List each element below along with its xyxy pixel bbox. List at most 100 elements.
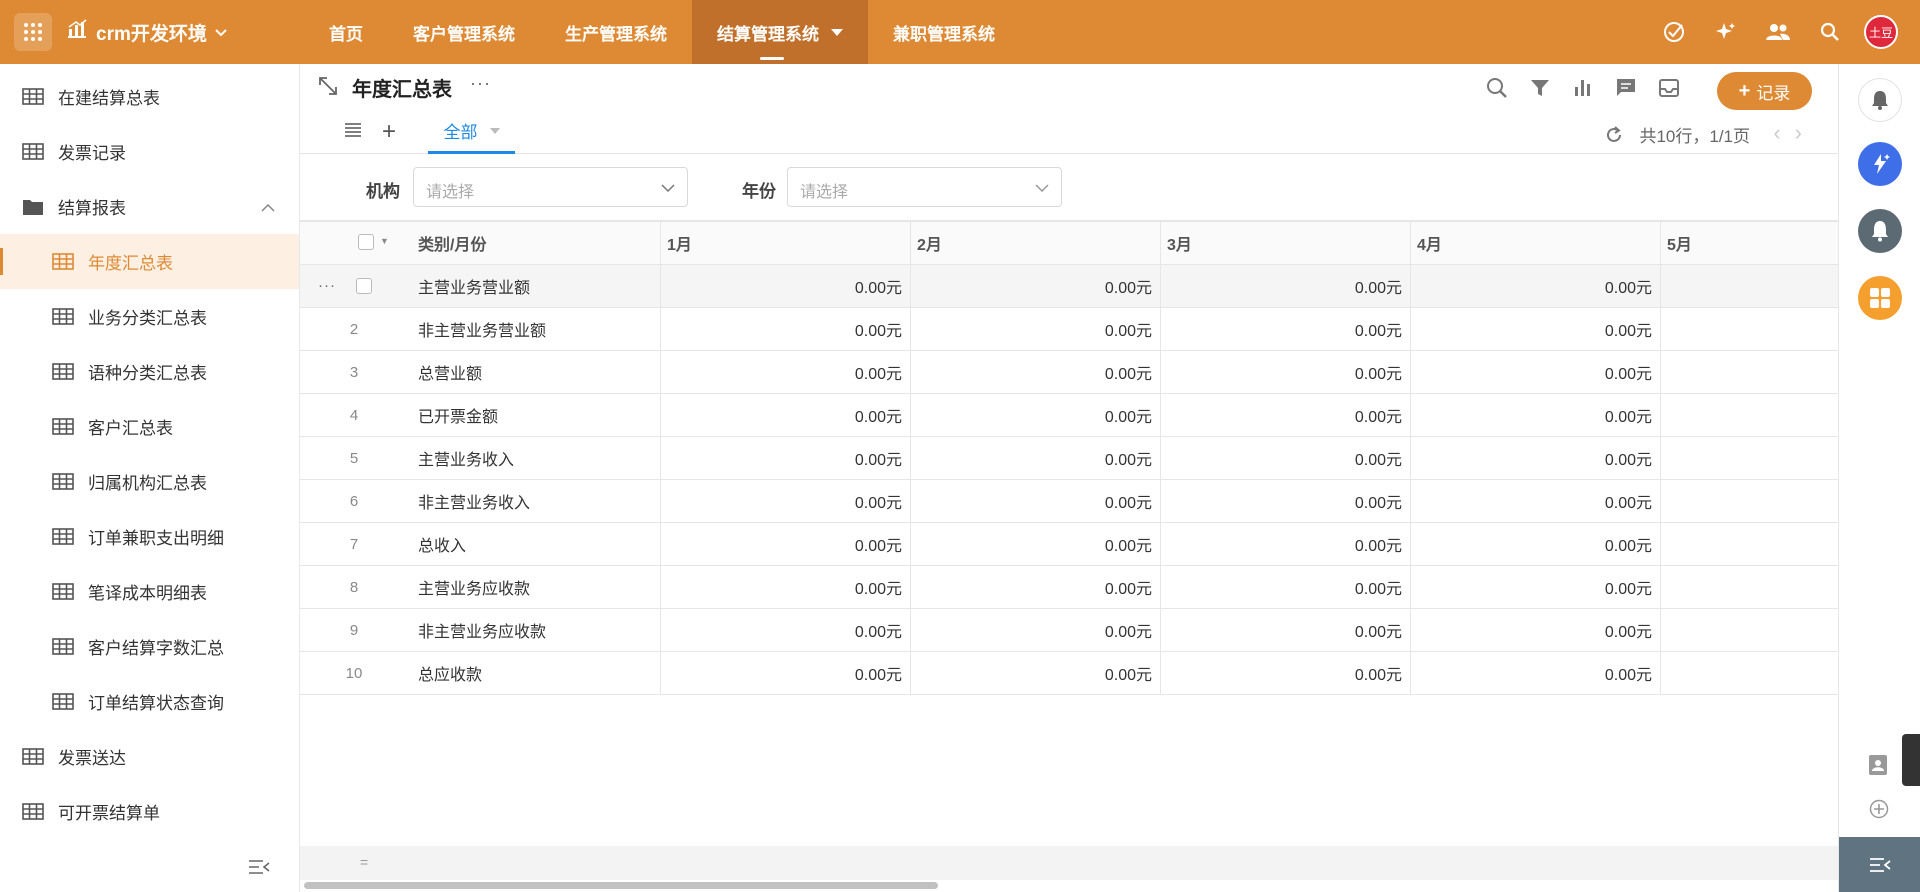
column-header[interactable]: 2月 (910, 222, 1160, 264)
table-row[interactable]: 8 主营业务应收款 0.00元 0.00元 0.00元 0.00元 (300, 566, 1838, 609)
cell-value[interactable]: 0.00元 (1410, 652, 1660, 694)
cell-value[interactable]: 0.00元 (660, 437, 910, 479)
row-name[interactable]: 主营业务收入 (418, 437, 660, 479)
expand-icon[interactable] (318, 76, 338, 101)
cell-value[interactable] (1660, 652, 1838, 694)
cell-value[interactable]: 0.00元 (1160, 523, 1410, 565)
cell-value[interactable] (1660, 394, 1838, 436)
cell-value[interactable]: 0.00元 (660, 351, 910, 393)
cell-value[interactable] (1660, 566, 1838, 608)
row-name[interactable]: 非主营业务营业额 (418, 308, 660, 350)
row-name[interactable]: 主营业务营业额 (418, 265, 660, 307)
nav-customer[interactable]: 客户管理系统 (388, 0, 540, 64)
nav-production[interactable]: 生产管理系统 (540, 0, 692, 64)
table-row[interactable]: 9 非主营业务应收款 0.00元 0.00元 0.00元 0.00元 (300, 609, 1838, 652)
year-filter-select[interactable]: 请选择 (787, 167, 1062, 207)
row-name[interactable]: 总收入 (418, 523, 660, 565)
cell-value[interactable]: 0.00元 (1410, 566, 1660, 608)
cell-value[interactable]: 0.00元 (660, 308, 910, 350)
cell-value[interactable]: 0.00元 (910, 609, 1160, 651)
table-row[interactable]: 10 总应收款 0.00元 0.00元 0.00元 0.00元 (300, 652, 1838, 695)
cell-value[interactable]: 0.00元 (660, 566, 910, 608)
cell-value[interactable]: 0.00元 (660, 609, 910, 651)
sidebar-item-parttime-expense[interactable]: 订单兼职支出明细 (0, 509, 299, 564)
sidebar-item-settlement-overview[interactable]: 在建结算总表 (0, 69, 299, 124)
add-record-button[interactable]: + 记录 (1717, 72, 1812, 110)
more-options-button[interactable]: ··· (470, 73, 491, 94)
user-avatar[interactable]: 土豆 (1864, 15, 1898, 49)
nav-settlement[interactable]: 结算管理系统 (692, 0, 868, 64)
cell-value[interactable]: 0.00元 (910, 480, 1160, 522)
cell-value[interactable]: 0.00元 (910, 308, 1160, 350)
cell-value[interactable]: 0.00元 (1410, 437, 1660, 479)
table-row[interactable]: 5 主营业务收入 0.00元 0.00元 0.00元 0.00元 (300, 437, 1838, 480)
cell-value[interactable]: 0.00元 (910, 351, 1160, 393)
cell-value[interactable]: 0.00元 (1160, 652, 1410, 694)
cell-value[interactable] (1660, 480, 1838, 522)
row-name[interactable]: 非主营业务应收款 (418, 609, 660, 651)
row-more-icon[interactable]: ··· (318, 277, 336, 294)
column-header[interactable]: 4月 (1410, 222, 1660, 264)
sidebar-item-annual-summary[interactable]: 年度汇总表 (0, 234, 299, 289)
cell-value[interactable]: 0.00元 (1410, 394, 1660, 436)
cell-value[interactable]: 0.00元 (1160, 566, 1410, 608)
cell-value[interactable]: 0.00元 (910, 566, 1160, 608)
cell-value[interactable]: 0.00元 (910, 523, 1160, 565)
table-row[interactable]: 7 总收入 0.00元 0.00元 0.00元 0.00元 (300, 523, 1838, 566)
summary-row[interactable]: = (360, 854, 368, 870)
row-name[interactable]: 已开票金额 (418, 394, 660, 436)
cell-value[interactable] (1660, 351, 1838, 393)
column-header[interactable]: 3月 (1160, 222, 1410, 264)
cell-value[interactable]: 0.00元 (660, 480, 910, 522)
cell-value[interactable]: 0.00元 (910, 652, 1160, 694)
cell-value[interactable]: 0.00元 (1410, 308, 1660, 350)
users-icon[interactable] (1752, 0, 1804, 64)
sidebar-item-invoiceable-statements[interactable]: 可开票结算单 (0, 784, 299, 839)
sparkle-icon[interactable] (1700, 0, 1752, 64)
bell-icon[interactable] (1858, 78, 1902, 122)
cell-value[interactable]: 0.00元 (660, 652, 910, 694)
cell-value[interactable]: 0.00元 (910, 437, 1160, 479)
cell-value[interactable]: 0.00元 (660, 394, 910, 436)
column-header[interactable]: 1月 (660, 222, 910, 264)
cell-value[interactable]: 0.00元 (1410, 480, 1660, 522)
sidebar-item-invoice-records[interactable]: 发票记录 (0, 124, 299, 179)
horizontal-scrollbar[interactable] (304, 882, 938, 889)
filter-icon[interactable] (1518, 74, 1561, 102)
org-filter-select[interactable]: 请选择 (413, 167, 688, 207)
comment-icon[interactable] (1604, 74, 1647, 102)
cell-value[interactable]: 0.00元 (660, 523, 910, 565)
select-all-checkbox[interactable] (358, 234, 374, 250)
bar-chart-icon[interactable] (1561, 74, 1604, 102)
add-view-icon[interactable]: + (382, 118, 396, 146)
prev-page-icon[interactable]: ‹ (1773, 120, 1780, 146)
cell-value[interactable] (1660, 308, 1838, 350)
sidebar-item-language-category[interactable]: 语种分类汇总表 (0, 344, 299, 399)
cell-value[interactable]: 0.00元 (1160, 308, 1410, 350)
search-icon[interactable] (1475, 74, 1518, 102)
collapse-sidebar-icon[interactable] (248, 859, 270, 880)
tab-all[interactable]: 全部 (428, 110, 515, 154)
row-name[interactable]: 总营业额 (418, 351, 660, 393)
check-circle-icon[interactable] (1648, 0, 1700, 64)
cell-value[interactable] (1660, 609, 1838, 651)
sidebar-item-business-category[interactable]: 业务分类汇总表 (0, 289, 299, 344)
cell-value[interactable]: 0.00元 (1410, 351, 1660, 393)
column-header[interactable]: 类别/月份 (418, 222, 660, 264)
table-row[interactable]: 2 非主营业务营业额 0.00元 0.00元 0.00元 0.00元 (300, 308, 1838, 351)
cell-value[interactable]: 0.00元 (1410, 265, 1660, 307)
workspace-switcher[interactable]: crm开发环境 (66, 0, 227, 64)
sidebar-item-invoice-delivery[interactable]: 发票送达 (0, 729, 299, 784)
cell-value[interactable]: 0.00元 (1160, 437, 1410, 479)
collapse-menu-icon[interactable] (1839, 837, 1920, 892)
cell-value[interactable]: 0.00元 (1160, 265, 1410, 307)
notification-icon[interactable] (1858, 209, 1902, 253)
table-row[interactable]: ··· 主营业务营业额 0.00元 0.00元 0.00元 0.00元 (300, 265, 1838, 308)
row-name[interactable]: 非主营业务收入 (418, 480, 660, 522)
cell-value[interactable]: 0.00元 (1160, 351, 1410, 393)
nav-home[interactable]: 首页 (304, 0, 388, 64)
ai-spark-icon[interactable] (1858, 142, 1902, 186)
nav-parttime[interactable]: 兼职管理系统 (868, 0, 1020, 64)
cell-value[interactable]: 0.00元 (910, 394, 1160, 436)
table-row[interactable]: 6 非主营业务收入 0.00元 0.00元 0.00元 0.00元 (300, 480, 1838, 523)
